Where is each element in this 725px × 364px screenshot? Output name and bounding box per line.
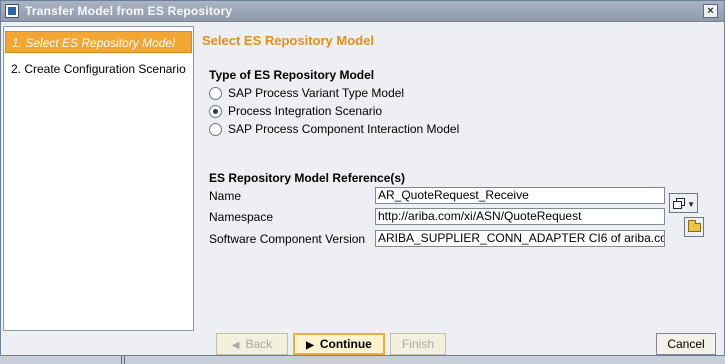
- step-label: 2. Create Configuration Scenario: [11, 62, 186, 76]
- radio-button[interactable]: [209, 123, 222, 136]
- step-select-model[interactable]: 1. Select ES Repository Model: [5, 31, 192, 53]
- background-strip: [0, 356, 725, 364]
- radio-label: Process Integration Scenario: [228, 104, 383, 118]
- radio-label: SAP Process Variant Type Model: [228, 86, 405, 100]
- radio-button[interactable]: [209, 87, 222, 100]
- transfer-model-dialog: Transfer Model from ES Repository × 1. S…: [0, 0, 725, 356]
- continue-button[interactable]: ▶ Continue: [293, 333, 385, 355]
- namespace-field[interactable]: http://ariba.com/xi/ASN/QuoteRequest: [375, 208, 665, 225]
- main-panel: Select ES Repository Model Type of ES Re…: [197, 26, 709, 331]
- chevron-down-icon: ▼: [687, 200, 695, 209]
- radio-button-checked[interactable]: [209, 105, 222, 118]
- wizard-steps: 1. Select ES Repository Model 2. Create …: [3, 26, 194, 331]
- name-field[interactable]: AR_QuoteRequest_Receive: [375, 187, 665, 204]
- page-title: Select ES Repository Model: [202, 33, 374, 48]
- back-button[interactable]: ◀ Back: [216, 333, 288, 355]
- back-label: Back: [245, 337, 273, 351]
- folder-icon: [688, 220, 701, 232]
- arrow-left-icon: ◀: [231, 340, 240, 351]
- radio-label: SAP Process Component Interaction Model: [228, 122, 460, 136]
- arrow-right-icon: ▶: [306, 340, 314, 351]
- cancel-button[interactable]: Cancel: [656, 333, 716, 355]
- app-icon: [5, 4, 19, 18]
- windows-icon: [673, 201, 682, 209]
- step-create-config[interactable]: 2. Create Configuration Scenario: [5, 58, 192, 80]
- dialog-title: Transfer Model from ES Repository: [25, 4, 233, 18]
- wizard-button-bar: ◀ Back ▶ Continue Finish Cancel: [1, 333, 724, 356]
- close-icon[interactable]: ×: [703, 4, 718, 18]
- value-help-button[interactable]: ▼: [669, 193, 698, 213]
- step-label: 1. Select ES Repository Model: [12, 36, 175, 50]
- title-bar[interactable]: Transfer Model from ES Repository ×: [1, 1, 724, 22]
- finish-button[interactable]: Finish: [390, 333, 446, 355]
- swcv-label: Software Component Version: [209, 232, 366, 246]
- continue-label: Continue: [319, 337, 372, 351]
- swcv-field[interactable]: ARIBA_SUPPLIER_CONN_ADAPTER CI6 of ariba…: [375, 230, 665, 247]
- model-type-label: Type of ES Repository Model: [209, 68, 375, 82]
- open-folder-button[interactable]: [684, 217, 704, 237]
- name-label: Name: [209, 189, 242, 203]
- splitter-handle[interactable]: [121, 356, 125, 364]
- model-reference-label: ES Repository Model Reference(s): [209, 171, 406, 185]
- namespace-label: Namespace: [209, 210, 274, 224]
